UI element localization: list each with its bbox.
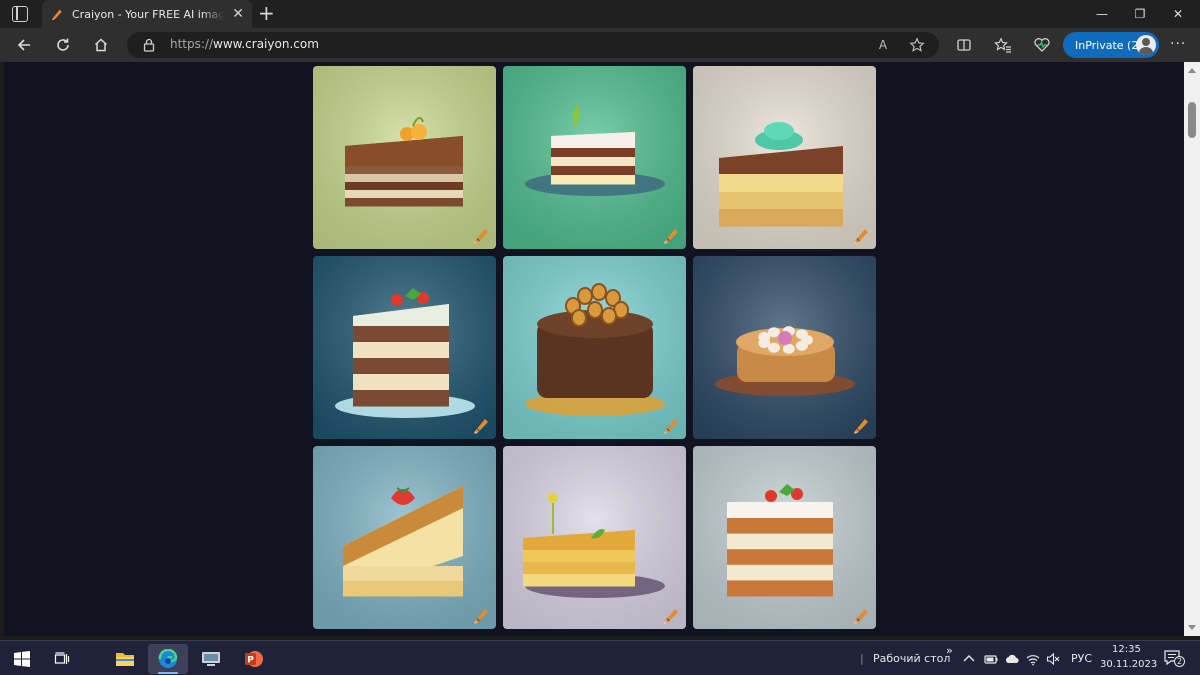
new-tab-button[interactable]: + [258,3,275,23]
url-text[interactable]: https://www.craiyon.com [170,37,319,51]
show-hidden-icons-icon[interactable] [962,652,976,666]
edit-pencil-icon[interactable] [662,226,680,244]
edit-pencil-icon[interactable] [472,226,490,244]
generated-image-9[interactable] [693,446,876,629]
toolbar-chevron-icon[interactable]: » [946,644,953,657]
image-grid [313,66,876,629]
edit-pencil-icon[interactable] [662,416,680,434]
clock-date[interactable]: 30.11.2023 [1100,659,1157,670]
address-bar[interactable]: https://www.craiyon.com A [127,32,939,58]
battery-icon[interactable] [984,652,998,666]
back-arrow-icon [17,39,30,51]
generated-image-1[interactable] [313,66,496,249]
profile-avatar [1136,35,1156,55]
split-screen-icon[interactable] [954,35,974,55]
powerpoint-icon: P [245,651,263,667]
tab-actions-icon[interactable] [12,6,28,22]
cake-illustration [693,66,876,249]
onedrive-cloud-icon[interactable] [1005,652,1019,666]
tab-craiyon[interactable]: Craiyon - Your FREE AI image generator ✕ [42,0,252,28]
tab-title: Craiyon - Your FREE AI image generator [72,7,225,21]
file-explorer-button[interactable] [105,644,145,674]
close-icon: ✕ [1172,7,1184,21]
cake-illustration [693,256,876,439]
task-view-button[interactable] [42,644,82,674]
start-button[interactable] [2,644,42,674]
remote-desktop-button[interactable] [191,644,231,674]
vertical-scrollbar[interactable] [1184,62,1200,636]
edit-pencil-icon[interactable] [852,226,870,244]
desktop-toolbar-label[interactable]: Рабочий стол [873,652,950,665]
home-button[interactable] [88,32,114,58]
notification-count-badge: 2 [1174,656,1185,667]
url-host: www.craiyon.com [213,37,319,51]
tab-close-icon[interactable]: ✕ [232,7,244,21]
volume-muted-icon[interactable] [1046,652,1060,666]
browser-toolbar: https://www.craiyon.com A InPrivate (2) … [0,28,1200,62]
edit-pencil-icon[interactable] [852,416,870,434]
edit-pencil-icon[interactable] [472,606,490,624]
favorite-star-icon[interactable] [909,37,925,53]
taskbar-divider: | [860,652,864,665]
back-button[interactable] [11,32,37,58]
url-protocol: https:// [170,37,214,51]
windows-taskbar: P | Рабочий стол » [0,640,1200,675]
generated-image-8[interactable] [503,446,686,629]
page-viewport [4,62,1184,636]
notifications-button[interactable]: 2 [1163,648,1185,668]
edit-pencil-icon[interactable] [662,606,680,624]
refresh-icon [57,38,69,51]
generated-image-6[interactable] [693,256,876,439]
edge-button[interactable] [148,644,188,674]
cake-illustration [693,446,876,629]
wifi-icon[interactable] [1026,652,1040,666]
settings-more-button[interactable]: ··· [1170,36,1186,52]
language-indicator[interactable]: РУС [1071,652,1092,665]
cake-illustration [313,446,496,629]
cake-illustration [503,256,686,439]
close-window-button[interactable]: ✕ [1156,0,1200,28]
inprivate-label: InPrivate (2) [1075,38,1143,52]
monitor-icon [202,652,220,666]
edge-icon [158,649,178,668]
restore-icon: ❐ [1134,7,1146,21]
browser-essentials-icon[interactable] [1032,35,1052,55]
cake-illustration [313,256,496,439]
scroll-thumb[interactable] [1188,102,1196,138]
title-bar: Craiyon - Your FREE AI image generator ✕… [0,0,1200,28]
scroll-down-arrow[interactable] [1188,625,1196,630]
craiyon-pencil-icon [52,9,62,21]
edit-pencil-icon[interactable] [472,416,490,434]
generated-image-2[interactable] [503,66,686,249]
home-icon [94,38,108,52]
scroll-up-arrow[interactable] [1188,68,1196,73]
generated-image-4[interactable] [313,256,496,439]
refresh-button[interactable] [50,32,76,58]
generated-image-3[interactable] [693,66,876,249]
powerpoint-button[interactable]: P [234,644,274,674]
inprivate-button[interactable]: InPrivate (2) [1063,32,1159,58]
minimize-icon: — [1096,7,1108,21]
generated-image-5[interactable] [503,256,686,439]
folder-icon [116,653,134,666]
cake-illustration [313,66,496,249]
lock-icon[interactable] [143,38,155,52]
task-view-icon [54,652,70,664]
edit-pencil-icon[interactable] [852,606,870,624]
clock-time[interactable]: 12:35 [1112,644,1141,655]
svg-text:P: P [247,656,254,666]
cake-illustration [503,66,686,249]
favorites-icon[interactable] [993,35,1013,55]
cake-illustration [503,446,686,629]
windows-logo-icon [14,651,30,667]
generated-image-7[interactable] [313,446,496,629]
read-aloud-icon[interactable]: A [875,37,891,53]
